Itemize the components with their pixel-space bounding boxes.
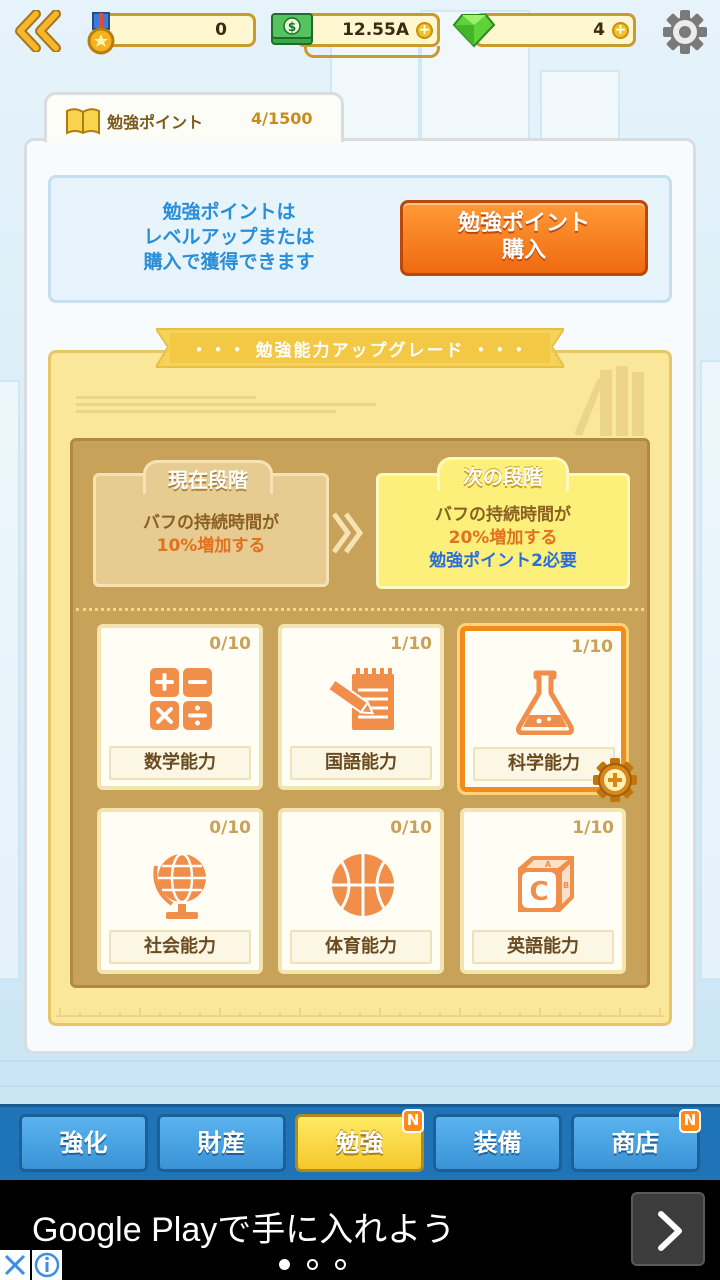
skill-count: 1/10 (572, 818, 614, 838)
next-stage-line1: バフの持続時間が (435, 505, 571, 525)
skill-count: 1/10 (390, 634, 432, 654)
skill-count: 0/10 (209, 634, 251, 654)
chevron-right-icon (331, 512, 364, 554)
svg-text:$: $ (288, 20, 296, 34)
skill-count: 1/10 (571, 637, 613, 657)
decorative-lines (76, 396, 376, 413)
notebook-pencil-icon (326, 668, 394, 730)
nav-assets[interactable]: 財産 (157, 1114, 286, 1172)
dotted-separator (76, 608, 644, 611)
money-counter[interactable]: 12.55A + (296, 13, 440, 47)
skill-label: 英語能力 (472, 930, 614, 964)
books-decoration (574, 366, 644, 436)
new-badge-shop: N (679, 1109, 701, 1133)
add-money-icon[interactable]: + (416, 22, 433, 39)
gear-icon (663, 10, 707, 54)
flask-icon (516, 670, 574, 735)
next-stage-line2: 20%増加する (448, 528, 558, 548)
next-stage-title: 次の段階 (437, 457, 569, 491)
medal-counter: 0 (98, 13, 256, 47)
skill-count: 0/10 (390, 818, 432, 838)
nav-enhance[interactable]: 強化 (19, 1114, 148, 1172)
open-book-icon (66, 108, 100, 135)
double-chevron-left-icon (15, 9, 61, 53)
medal-icon (87, 12, 115, 55)
study-points-tab: 勉強ポイント 4/1500 (44, 92, 344, 142)
close-icon (4, 1254, 26, 1276)
money-amount: 12.55A (342, 20, 409, 40)
skill-social[interactable]: 0/10 社会能力 (97, 808, 263, 974)
ad-info-button[interactable] (32, 1250, 62, 1280)
next-stage-line3: 勉強ポイント2必要 (429, 551, 577, 571)
study-points-title: 勉強ポイント (107, 113, 204, 132)
svg-text:B: B (563, 881, 569, 890)
info-icon (34, 1252, 60, 1278)
ad-page-dot (335, 1259, 346, 1270)
skill-pe[interactable]: 0/10 体育能力 (278, 808, 444, 974)
gem-amount: 4 (593, 20, 605, 40)
calculator-icon (150, 668, 212, 730)
gem-icon (452, 14, 496, 48)
current-stage-line1: バフの持続時間が (143, 513, 279, 533)
plus-gear-badge-icon[interactable] (592, 757, 638, 803)
abc-block-icon: C A B (518, 856, 574, 912)
skill-label: 体育能力 (290, 930, 432, 964)
svg-text:A: A (545, 860, 552, 869)
skill-count: 0/10 (209, 818, 251, 838)
ad-page-dot (307, 1259, 318, 1270)
current-stage-title: 現在段階 (143, 460, 273, 494)
buy-study-points-label: 勉強ポイント 購入 (457, 211, 590, 263)
cash-icon: $ (271, 13, 313, 45)
info-text: 勉強ポイントは レベルアップまたは 購入で獲得できます (143, 201, 315, 273)
nav-equipment[interactable]: 装備 (433, 1114, 562, 1172)
new-badge-study: N (402, 1109, 424, 1133)
medal-count: 0 (215, 20, 227, 40)
skill-english[interactable]: 1/10 C A B 英語能力 (460, 808, 626, 974)
ad-close-button[interactable] (0, 1250, 30, 1280)
money-underline (304, 46, 440, 58)
current-stage-line2: 10%増加する (156, 536, 266, 556)
upgrade-ribbon-label: ・・・ 勉強能力アップグレード ・・・ (190, 341, 530, 361)
skill-label: 国語能力 (290, 746, 432, 780)
skill-label: 社会能力 (109, 930, 251, 964)
study-points-count: 4/1500 (251, 109, 313, 128)
svg-text:C: C (529, 877, 548, 907)
buy-study-points-button[interactable]: 勉強ポイント 購入 (400, 200, 648, 276)
settings-button[interactable] (660, 8, 710, 56)
skill-label: 数学能力 (109, 746, 251, 780)
top-bar: 0 12.55A + $ 4 + (0, 0, 720, 64)
skill-japanese[interactable]: 1/10 国語能力 (278, 624, 444, 790)
globe-icon (153, 852, 206, 919)
skill-math[interactable]: 0/10 数学能力 (97, 624, 263, 790)
back-button[interactable] (12, 9, 64, 53)
ad-text: Google Playで手に入れよう (32, 1211, 456, 1249)
add-gem-icon[interactable]: + (612, 22, 629, 39)
ruler-decoration (56, 1008, 664, 1017)
ad-open-button[interactable] (631, 1192, 705, 1266)
gem-counter[interactable]: 4 + (474, 13, 636, 47)
ad-banner[interactable]: Google Playで手に入れよう (0, 1180, 720, 1280)
ad-page-dot (279, 1259, 290, 1270)
basketball-icon (332, 854, 394, 916)
chevron-right-icon (658, 1211, 682, 1251)
